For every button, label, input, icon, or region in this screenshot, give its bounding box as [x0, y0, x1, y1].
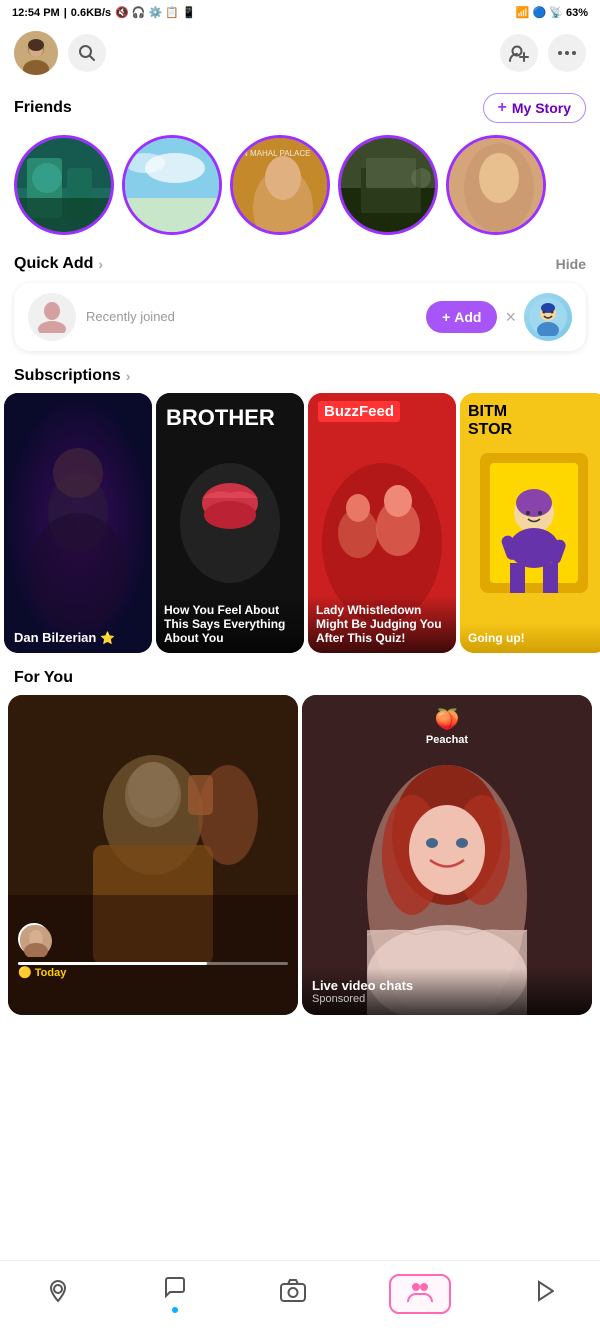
bottom-nav: [0, 1260, 600, 1333]
nav-item-map[interactable]: [36, 1275, 80, 1313]
friends-title: Friends: [14, 99, 72, 117]
for-you-section: For You: [0, 657, 600, 1019]
sub-card-buzzfeed[interactable]: BuzzFeed Lady Whistledown Might Be Judgi…: [308, 393, 456, 653]
chat-icon: [163, 1275, 187, 1305]
peachat-logo: 🍑 Peachat: [426, 707, 468, 746]
network-speed: |: [64, 7, 67, 19]
add-friend-button[interactable]: [500, 34, 538, 72]
subscriptions-section: Subscriptions › Dan Bilzerian ⭐: [0, 359, 600, 657]
icons-group: 🔇 🎧 ⚙️ 📋 📱: [115, 6, 196, 19]
for-you-card-2[interactable]: 🍑 Peachat Live video chats Sponsored: [302, 695, 592, 1015]
my-story-label: My Story: [512, 100, 571, 116]
time: 12:54 PM: [12, 7, 60, 19]
status-right: 📶 🔵 📡 63%: [516, 6, 588, 19]
story-item-3[interactable]: JN MAHAL PALACE: [230, 135, 330, 235]
story-image-3: JN MAHAL PALACE: [233, 138, 327, 232]
live-video-title: Live video chats: [312, 978, 582, 993]
user-avatar-placeholder: [28, 293, 76, 341]
wifi-icon: 📶: [516, 6, 530, 19]
friends-icon: [407, 1280, 433, 1308]
header-right: [500, 34, 586, 72]
hide-button[interactable]: Hide: [556, 256, 586, 272]
video-today-label: 🟡 Today: [18, 966, 66, 979]
chevron-right-icon: ›: [98, 256, 103, 272]
sub-card-dan[interactable]: Dan Bilzerian ⭐: [4, 393, 152, 653]
quick-add-section: Quick Add › Hide Recently joined + Add ×: [0, 247, 600, 359]
story-item-5[interactable]: [446, 135, 546, 235]
my-story-button[interactable]: + My Story: [483, 93, 586, 123]
add-button[interactable]: + Add: [426, 301, 497, 333]
svg-text:JN MAHAL PALACE: JN MAHAL PALACE: [238, 149, 310, 158]
signal-icon: 📡: [549, 6, 563, 19]
sub-card-bitmoji[interactable]: BITM STOR Going up!: [460, 393, 600, 653]
buzzfeed-caption: Lady Whistledown Might Be Judging You Af…: [308, 595, 456, 653]
sponsored-label: Sponsored: [312, 993, 582, 1005]
story-item-2[interactable]: [122, 135, 222, 235]
friends-section-header: Friends + My Story: [0, 85, 600, 131]
story-item-4[interactable]: [338, 135, 438, 235]
subscriptions-chevron: ›: [126, 368, 131, 384]
for-you-grid: 🟡 Today: [0, 695, 600, 1015]
suggested-user-avatar: [524, 293, 572, 341]
subscriptions-title: Subscriptions: [14, 367, 121, 385]
story-image-5: [449, 138, 543, 232]
subscriptions-grid: Dan Bilzerian ⭐ BROTHER How You Feel Abo…: [0, 393, 600, 653]
header: [0, 25, 600, 85]
buzzfeed-logo: BuzzFeed: [318, 403, 400, 421]
for-you-title: For You: [14, 669, 73, 686]
chat-notification-dot: [172, 1307, 178, 1313]
story-image-2: [125, 138, 219, 232]
live-video-label: Live video chats Sponsored: [302, 968, 592, 1015]
story-image-1: [17, 138, 111, 232]
sub-card-brother[interactable]: BROTHER How You Feel About This Says Eve…: [156, 393, 304, 653]
brother-title: BROTHER: [166, 405, 294, 431]
quick-add-title: Quick Add ›: [14, 255, 103, 273]
more-options-button[interactable]: [548, 34, 586, 72]
dismiss-button[interactable]: ×: [505, 307, 516, 328]
stories-row: JN MAHAL PALACE: [0, 131, 600, 247]
add-plus-icon: +: [442, 309, 450, 325]
story-item-1[interactable]: [14, 135, 114, 235]
peachat-brand: Peachat: [426, 734, 468, 746]
bitmoji-caption: Going up!: [460, 623, 600, 653]
peachat-icon: 🍑: [435, 707, 460, 732]
dan-name: Dan Bilzerian: [14, 630, 96, 645]
header-left: [14, 31, 106, 75]
for-you-header: For You: [0, 665, 600, 695]
nav-item-discover[interactable]: [524, 1276, 564, 1312]
my-story-plus: +: [498, 99, 507, 117]
camera-icon: [280, 1279, 306, 1309]
dan-bilzerian-label: Dan Bilzerian ⭐: [14, 630, 115, 645]
nav-item-friends[interactable]: [389, 1274, 451, 1314]
video-progress-bar: [18, 962, 288, 965]
battery-icon: 63%: [566, 7, 588, 19]
story-image-4: [341, 138, 435, 232]
quick-add-header: Quick Add › Hide: [14, 255, 586, 273]
for-you-card-1[interactable]: 🟡 Today: [8, 695, 298, 1015]
network-info: 0.6KB/s: [71, 7, 111, 19]
user-info: Recently joined: [76, 308, 426, 326]
map-icon: [46, 1279, 70, 1309]
discover-icon: [534, 1280, 554, 1308]
status-left: 12:54 PM | 0.6KB/s 🔇 🎧 ⚙️ 📋 📱: [12, 6, 196, 19]
nav-item-chat[interactable]: [153, 1271, 197, 1317]
subscriptions-header: Subscriptions ›: [0, 367, 600, 393]
verified-icon: ⭐: [100, 631, 115, 645]
video-poster-avatar: [18, 923, 50, 955]
bluetooth-icon: 🔵: [533, 6, 547, 19]
video-progress-fill: [18, 962, 207, 965]
quick-add-card: Recently joined + Add ×: [14, 283, 586, 351]
add-label: Add: [454, 309, 481, 325]
user-join-label: Recently joined: [86, 309, 175, 324]
avatar[interactable]: [14, 31, 58, 75]
search-button[interactable]: [68, 34, 106, 72]
bitmoji-title: BITM STOR: [468, 403, 512, 439]
status-bar: 12:54 PM | 0.6KB/s 🔇 🎧 ⚙️ 📋 📱 📶 🔵 📡 63%: [0, 0, 600, 25]
brother-caption: How You Feel About This Says Everything …: [156, 595, 304, 653]
nav-item-camera[interactable]: [270, 1275, 316, 1313]
